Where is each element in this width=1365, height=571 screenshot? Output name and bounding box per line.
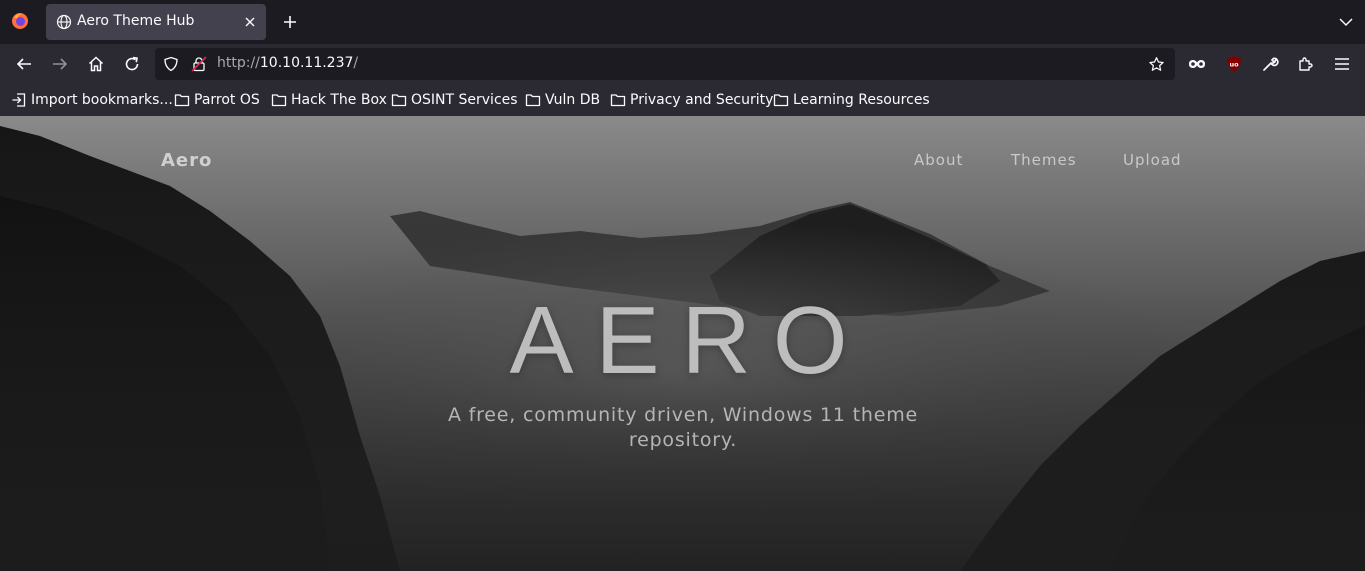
bookmark-label: Learning Resources <box>793 92 930 108</box>
folder-icon <box>391 94 407 107</box>
wrench-icon[interactable] <box>1261 55 1279 73</box>
navigation-toolbar: http://10.10.11.237/ uo <box>0 44 1365 84</box>
nav-link-about[interactable]: About <box>914 151 963 169</box>
folder-icon <box>174 94 190 107</box>
folder-icon <box>525 94 541 107</box>
url-bar[interactable]: http://10.10.11.237/ <box>155 48 1175 80</box>
bookmark-folder-vuln-db[interactable]: Vuln DB <box>525 91 600 109</box>
folder-icon <box>773 94 789 107</box>
bookmark-star-icon[interactable] <box>1148 56 1165 73</box>
nav-link-upload[interactable]: Upload <box>1123 151 1182 169</box>
forward-arrow-icon[interactable] <box>51 55 69 73</box>
tab-aero-theme-hub[interactable]: Aero Theme Hub <box>46 4 266 40</box>
bookmark-folder-hack-the-box[interactable]: Hack The Box <box>271 91 387 109</box>
hero-subtitle: A free, community driven, Windows 11 the… <box>447 404 918 451</box>
reload-icon[interactable] <box>123 55 141 73</box>
insecure-lock-icon[interactable] <box>191 56 207 72</box>
firefox-logo-icon[interactable] <box>11 12 29 30</box>
bookmark-label: Import bookmarks... <box>31 92 173 108</box>
import-icon <box>12 93 26 107</box>
page-content: Aero About Themes Upload AERO A free, co… <box>0 116 1365 571</box>
hero-title: AERO <box>509 287 870 394</box>
chevron-down-icon[interactable] <box>1338 14 1354 30</box>
url-host: 10.10.11.237 <box>259 55 354 71</box>
bookmark-label: Hack The Box <box>291 92 387 108</box>
hamburger-menu-icon[interactable] <box>1333 55 1351 73</box>
back-arrow-icon[interactable] <box>15 55 33 73</box>
folder-icon <box>610 94 626 107</box>
url-path: / <box>353 55 359 71</box>
url-text[interactable]: http://10.10.11.237/ <box>217 55 358 71</box>
ublock-origin-icon[interactable]: uo <box>1225 55 1243 73</box>
globe-icon <box>56 14 72 30</box>
bookmark-label: Vuln DB <box>545 92 601 108</box>
nav-link-themes[interactable]: Themes <box>1011 151 1077 169</box>
bookmark-label: Parrot OS <box>194 92 260 108</box>
private-mask-icon[interactable] <box>1188 55 1206 73</box>
close-tab-icon[interactable] <box>242 14 258 30</box>
bookmark-import[interactable]: Import bookmarks... <box>11 91 173 109</box>
extensions-puzzle-icon[interactable] <box>1297 55 1315 73</box>
bookmark-folder-osint-services[interactable]: OSINT Services <box>391 91 518 109</box>
new-tab-icon[interactable] <box>281 13 299 31</box>
bookmark-label: Privacy and Security <box>630 92 774 108</box>
bookmarks-toolbar: Import bookmarks... Parrot OS Hack The B… <box>0 84 1365 116</box>
url-scheme: http:// <box>217 55 260 71</box>
tab-title: Aero Theme Hub <box>77 13 195 29</box>
home-icon[interactable] <box>87 55 105 73</box>
bookmark-folder-parrot-os[interactable]: Parrot OS <box>174 91 260 109</box>
tab-bar: Aero Theme Hub <box>0 0 1365 44</box>
folder-icon <box>271 94 287 107</box>
svg-text:uo: uo <box>1229 61 1239 69</box>
bookmark-folder-privacy-and-security[interactable]: Privacy and Security <box>610 91 773 109</box>
shield-icon[interactable] <box>163 56 179 72</box>
bookmark-folder-learning-resources[interactable]: Learning Resources <box>773 91 930 109</box>
site-brand[interactable]: Aero <box>161 150 212 171</box>
bookmark-label: OSINT Services <box>411 92 518 108</box>
